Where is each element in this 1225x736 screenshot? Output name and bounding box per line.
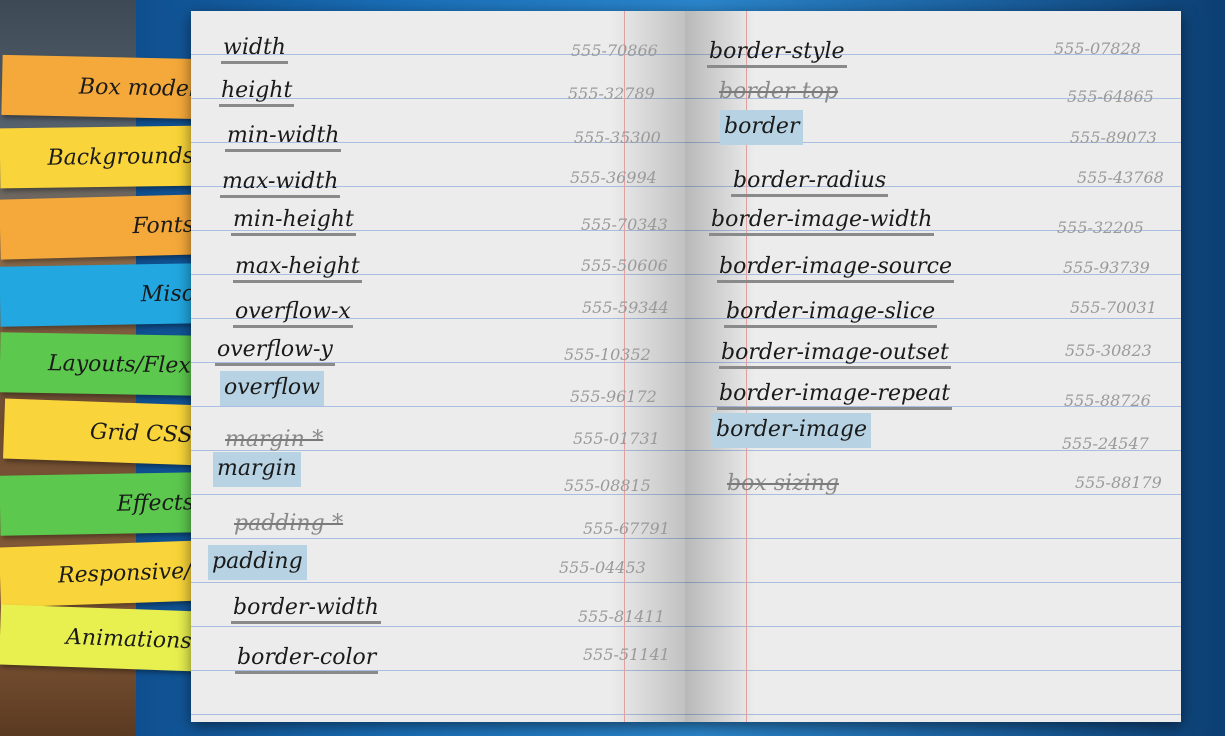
list-item[interactable]: min-height bbox=[231, 207, 356, 236]
list-item[interactable]: overflow-x bbox=[233, 299, 353, 328]
list-item[interactable]: max-height bbox=[233, 254, 362, 283]
property-name-highlighted: border-image bbox=[712, 413, 872, 448]
list-item[interactable]: width bbox=[221, 35, 288, 64]
tab-grid-css[interactable]: Grid CSS bbox=[3, 398, 205, 466]
tab-animations[interactable]: Animations bbox=[0, 604, 201, 672]
property-name-highlighted: overflow bbox=[220, 371, 324, 406]
phone-number: 555-64865 bbox=[1067, 87, 1154, 106]
phone-number: 555-32205 bbox=[1057, 218, 1144, 237]
list-item[interactable]: border-radius bbox=[731, 168, 889, 197]
tab-label: Effects bbox=[116, 489, 195, 517]
list-item[interactable]: padding-* bbox=[232, 511, 345, 536]
phone-number: 555-32789 bbox=[568, 84, 655, 103]
list-item[interactable]: box-sizing bbox=[725, 471, 841, 496]
property-name: width bbox=[221, 35, 288, 64]
phone-number: 555-08815 bbox=[564, 476, 651, 495]
tab-box-model[interactable]: Box model bbox=[1, 54, 203, 120]
property-name-highlighted: padding bbox=[208, 545, 307, 580]
property-name: max-width bbox=[220, 169, 341, 198]
tab-fonts[interactable]: Fonts bbox=[0, 194, 201, 260]
phone-number: 555-67791 bbox=[583, 519, 670, 538]
tab-label: Backgrounds bbox=[47, 143, 195, 171]
list-item[interactable]: border-image-slice bbox=[724, 299, 938, 328]
phone-number: 555-88179 bbox=[1075, 473, 1162, 492]
property-name: border-image-width bbox=[709, 207, 935, 236]
list-item[interactable]: border-image-width bbox=[709, 207, 935, 236]
phone-number: 555-04453 bbox=[559, 558, 646, 577]
phone-number: 555-93739 bbox=[1063, 258, 1150, 277]
phone-number: 555-51141 bbox=[583, 645, 670, 664]
tab-responsive-media[interactable]: Responsive/Media bbox=[0, 540, 201, 608]
tab-misc[interactable]: Misc bbox=[0, 263, 201, 327]
phone-number: 555-70866 bbox=[571, 41, 658, 60]
list-item[interactable]: overflow-y bbox=[215, 337, 335, 366]
list-item[interactable]: height bbox=[219, 78, 295, 107]
tab-effects[interactable]: Effects bbox=[0, 472, 201, 536]
property-name-highlighted: border bbox=[720, 110, 804, 145]
list-item[interactable]: min-width bbox=[225, 123, 342, 152]
phone-number: 555-70031 bbox=[1070, 298, 1157, 317]
tab-label: Misc bbox=[140, 280, 195, 307]
left-page: width 555-70866 height 555-32789 min-wid… bbox=[191, 11, 685, 722]
property-name-crossed-out: margin-* bbox=[225, 427, 324, 452]
phone-number: 555-30823 bbox=[1065, 341, 1152, 360]
tab-label: Animations bbox=[65, 624, 193, 654]
phone-number: 555-81411 bbox=[578, 607, 665, 626]
property-name: overflow-y bbox=[215, 337, 335, 366]
phone-number: 555-59344 bbox=[582, 298, 669, 317]
list-item[interactable]: border bbox=[720, 110, 804, 145]
tab-label: Grid CSS bbox=[89, 419, 194, 448]
phone-number: 555-43768 bbox=[1077, 168, 1164, 187]
list-item[interactable]: border-image-source bbox=[717, 254, 955, 283]
phone-number: 555-01731 bbox=[573, 429, 660, 448]
list-item[interactable]: border-image-repeat bbox=[717, 381, 953, 410]
list-item[interactable]: border-width bbox=[231, 595, 381, 624]
list-item[interactable]: border-style bbox=[707, 39, 847, 68]
property-name-crossed-out: padding-* bbox=[234, 511, 344, 536]
phone-number: 555-10352 bbox=[564, 345, 651, 364]
property-name-highlighted: margin bbox=[213, 452, 301, 487]
property-name: border-width bbox=[231, 595, 381, 624]
phone-number: 555-36994 bbox=[570, 168, 657, 187]
phone-number: 555-50606 bbox=[581, 256, 668, 275]
property-name: border-color bbox=[235, 645, 379, 674]
phone-number: 555-89073 bbox=[1070, 128, 1157, 147]
list-item[interactable]: border-image-outset bbox=[719, 340, 951, 369]
tab-label: Fonts bbox=[132, 212, 195, 239]
list-item[interactable]: border-color bbox=[235, 645, 379, 674]
tab-layouts-flexbox[interactable]: Layouts/Flexbox bbox=[0, 332, 201, 396]
phone-number: 555-35300 bbox=[574, 128, 661, 147]
list-item[interactable]: border-top bbox=[717, 79, 840, 104]
list-item[interactable]: border-image bbox=[712, 413, 872, 448]
phone-number: 555-24547 bbox=[1062, 434, 1149, 453]
property-name-crossed-out: border-top bbox=[719, 79, 839, 104]
tab-label: Layouts/Flexbox bbox=[47, 350, 201, 379]
right-page: border-style 555-07828 border-top 555-64… bbox=[685, 11, 1181, 722]
notebook: width 555-70866 height 555-32789 min-wid… bbox=[191, 11, 1181, 722]
property-name: border-image-slice bbox=[724, 299, 938, 328]
property-name: border-style bbox=[707, 39, 847, 68]
property-name: overflow-x bbox=[233, 299, 353, 328]
list-item[interactable]: margin-* bbox=[223, 427, 325, 452]
property-name: border-image-source bbox=[717, 254, 955, 283]
property-name: max-height bbox=[233, 254, 362, 283]
list-item[interactable]: max-width bbox=[220, 169, 341, 198]
tab-label: Box model bbox=[78, 74, 197, 102]
phone-number: 555-07828 bbox=[1054, 39, 1141, 58]
list-item[interactable]: padding bbox=[208, 545, 307, 580]
tab-label: Responsive/Media bbox=[57, 555, 201, 588]
property-name: min-width bbox=[225, 123, 342, 152]
phone-number: 555-88726 bbox=[1064, 391, 1151, 410]
phone-number: 555-70343 bbox=[581, 215, 668, 234]
phone-number: 555-96172 bbox=[570, 387, 657, 406]
list-item[interactable]: overflow bbox=[220, 371, 324, 406]
property-name-crossed-out: box-sizing bbox=[727, 471, 839, 496]
property-name: border-image-repeat bbox=[717, 381, 953, 410]
property-name: border-radius bbox=[731, 168, 889, 197]
property-name: min-height bbox=[231, 207, 356, 236]
property-name: border-image-outset bbox=[719, 340, 951, 369]
property-name: height bbox=[219, 78, 295, 107]
list-item[interactable]: margin bbox=[213, 452, 301, 487]
tab-backgrounds[interactable]: Backgrounds bbox=[0, 125, 201, 189]
